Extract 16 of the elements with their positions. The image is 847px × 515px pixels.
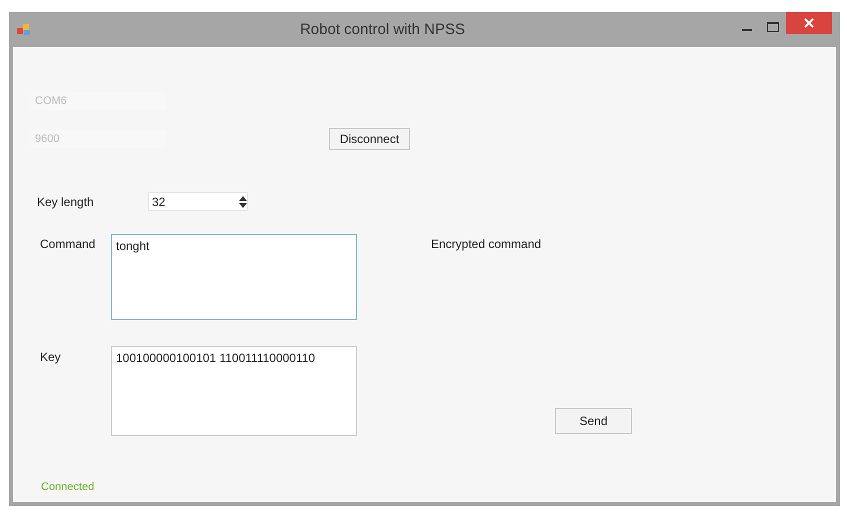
key-label: Key — [39, 350, 62, 364]
key-length-spinner[interactable]: 32 — [148, 192, 248, 211]
encrypted-command-label: Encrypted command — [431, 237, 542, 251]
status-text: Connected — [40, 481, 94, 493]
command-field[interactable]: tonght — [111, 234, 357, 320]
window-title: Robot control with NPSS — [298, 21, 466, 38]
spin-arrows-icon — [239, 196, 247, 208]
close-button[interactable] — [786, 12, 832, 34]
send-button[interactable]: Send — [555, 408, 632, 434]
command-label: Command — [39, 237, 96, 251]
close-icon — [804, 18, 814, 28]
maximize-icon — [767, 22, 779, 32]
disconnect-button[interactable]: Disconnect — [329, 128, 410, 150]
app-icon — [17, 24, 31, 36]
key-length-label: Key length — [36, 194, 95, 208]
key-field[interactable]: 100100000100101 110011110000110 — [111, 346, 357, 436]
